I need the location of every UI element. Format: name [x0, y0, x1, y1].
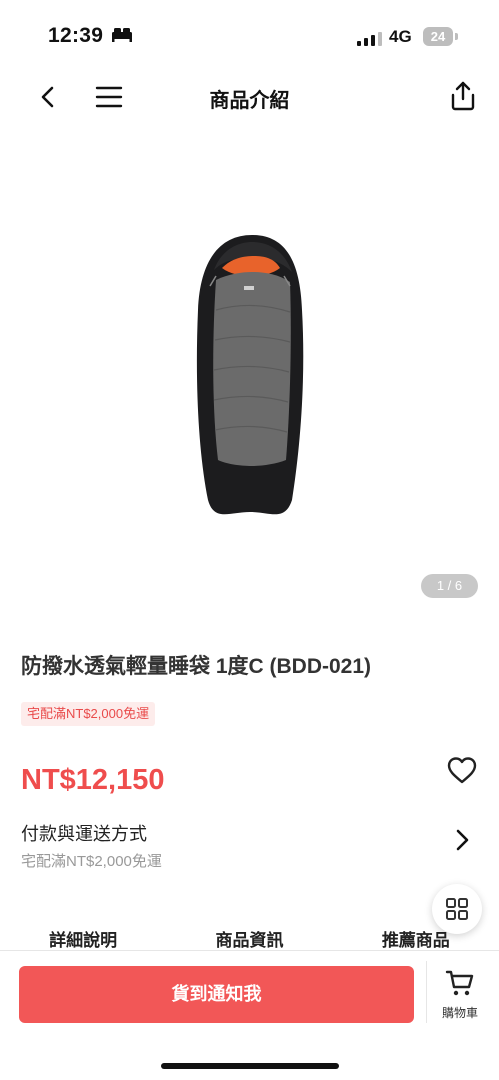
nav-bar: 商品介紹 — [0, 70, 499, 126]
sleeping-bag-image — [196, 235, 304, 515]
promo-badge: 宅配滿NT$2,000免運 — [21, 702, 156, 726]
share-icon[interactable] — [448, 80, 478, 112]
chevron-right-icon — [456, 829, 469, 851]
network-type: 4G — [389, 27, 412, 46]
battery-cap — [455, 33, 458, 40]
tab-product-info[interactable]: 商品資訊 — [166, 920, 332, 950]
page-title: 商品介紹 — [209, 90, 290, 112]
sleep-mode-icon — [112, 28, 132, 42]
payment-subtitle: 宅配滿NT$2,000免運 — [21, 853, 162, 870]
heart-icon[interactable] — [446, 755, 478, 785]
payment-shipping-row[interactable]: 付款與運送方式 宅配滿NT$2,000免運 — [0, 812, 499, 876]
product-price: NT$12,150 — [21, 764, 165, 796]
product-title: 防撥水透氣輕量睡袋 1度C (BDD-021) — [21, 655, 372, 678]
divider — [426, 961, 427, 1023]
product-image-carousel[interactable] — [0, 150, 499, 610]
cellular-signal-icon — [357, 30, 382, 46]
tab-details[interactable]: 詳細說明 — [0, 920, 166, 950]
detail-tabs: 詳細說明 商品資訊 推薦商品 — [0, 920, 499, 950]
home-indicator — [161, 1063, 339, 1069]
status-bar: 12:39 4G 24 — [0, 0, 499, 70]
cart-label: 購物車 — [441, 1006, 478, 1020]
tab-recommended[interactable]: 推薦商品 — [333, 920, 499, 950]
cart-icon — [445, 970, 474, 996]
notify-me-button[interactable]: 貨到通知我 — [19, 966, 414, 1023]
grid-icon — [446, 898, 468, 920]
cart-button[interactable]: 購物車 — [432, 969, 488, 1025]
image-counter: 1 / 6 — [421, 574, 478, 598]
bottom-action-bar: 貨到通知我 購物車 — [0, 950, 499, 1080]
payment-title: 付款與運送方式 — [21, 824, 147, 844]
status-time: 12:39 — [48, 24, 104, 47]
battery-icon: 24 — [423, 27, 453, 46]
